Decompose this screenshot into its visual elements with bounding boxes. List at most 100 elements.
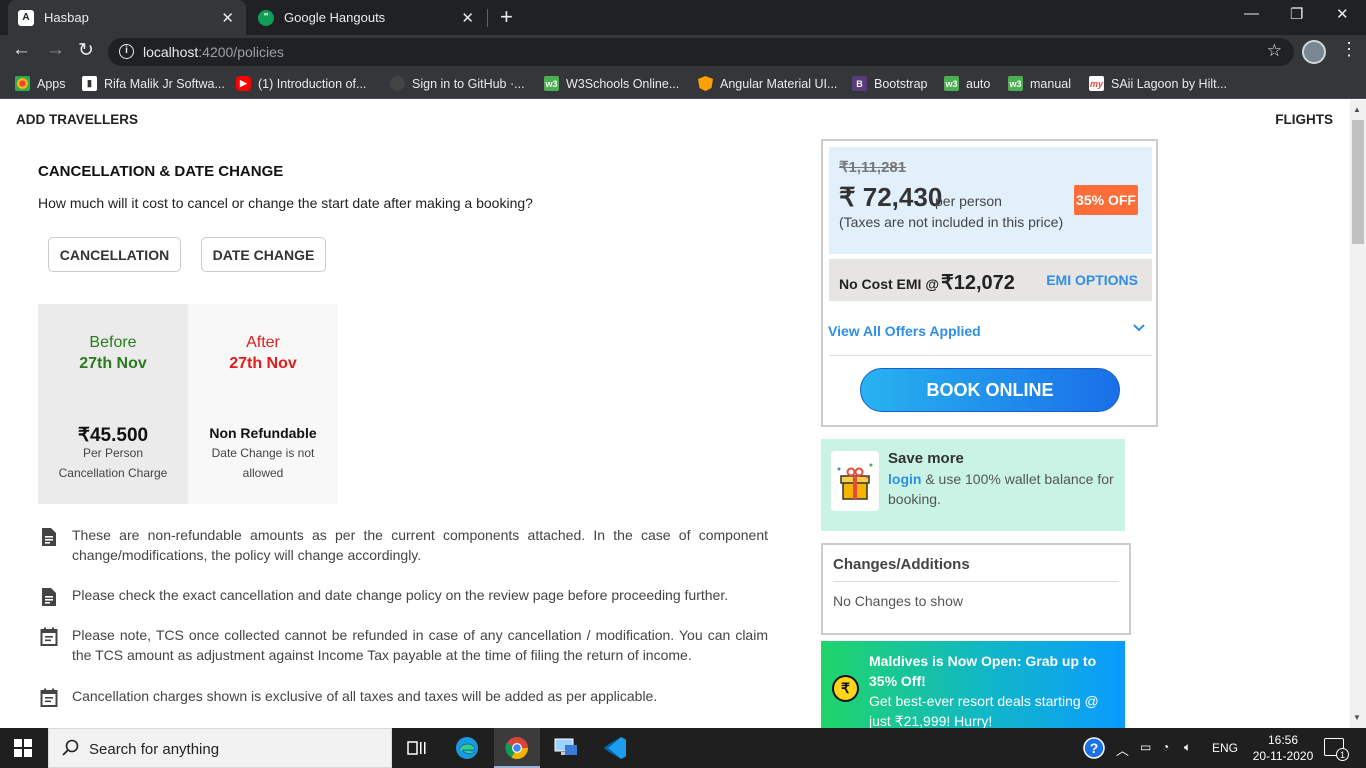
bookmark-star-icon[interactable]: ☆ xyxy=(1267,41,1282,61)
section-title: CANCELLATION & DATE CHANGE xyxy=(38,163,284,180)
bookmark-github[interactable]: Sign in to GitHub ·... xyxy=(390,76,525,91)
before-date: 27th Nov xyxy=(79,355,147,372)
chrome-icon[interactable] xyxy=(503,734,531,762)
book-online-button[interactable]: BOOK ONLINE xyxy=(860,368,1120,412)
network-icon[interactable]: ◔ xyxy=(1162,740,1169,754)
price-panel: ₹1,11,281 ₹ 72,430 per person (Taxes are… xyxy=(829,147,1152,254)
bookmark-auto[interactable]: w3 auto xyxy=(944,76,990,91)
taskbar-search-input[interactable]: Search for anything xyxy=(48,728,392,768)
back-arrow-icon[interactable]: ← xyxy=(12,39,31,61)
page-viewport: ADD TRAVELLERS FLIGHTS CANCELLATION & DA… xyxy=(0,100,1350,728)
search-placeholder: Search for anything xyxy=(89,741,220,758)
changes-additions-card: Changes/Additions No Changes to show xyxy=(821,543,1131,635)
apps-grid-icon xyxy=(15,76,30,91)
add-travellers-link[interactable]: ADD TRAVELLERS xyxy=(16,112,138,127)
price-summary-card: ₹1,11,281 ₹ 72,430 per person (Taxes are… xyxy=(821,139,1158,427)
show-hidden-icons-icon[interactable]: ︿ xyxy=(1116,740,1129,759)
windows-start-icon[interactable] xyxy=(14,739,32,757)
emi-label: No Cost EMI @ ₹12,072 xyxy=(839,272,1015,294)
bookmark-manual[interactable]: w3 manual xyxy=(1008,76,1071,91)
close-tab-icon[interactable]: ✕ xyxy=(461,9,474,27)
bookmark-apps[interactable]: Apps xyxy=(15,76,66,91)
window-close-icon[interactable]: ✕ xyxy=(1336,5,1349,23)
document-icon xyxy=(42,528,56,546)
divider xyxy=(829,355,1152,356)
address-bar[interactable]: i localhost:4200/policies ☆ xyxy=(108,38,1294,66)
tab-title: Hasbap xyxy=(44,10,89,25)
language-indicator[interactable]: ENG xyxy=(1212,741,1238,755)
page-scrollbar[interactable]: ▲ ▼ xyxy=(1350,100,1366,728)
promo-title: Maldives is Now Open: Grab up to 35% Off… xyxy=(869,653,1097,689)
help-icon[interactable]: ? xyxy=(1083,737,1105,762)
scroll-up-icon[interactable]: ▲ xyxy=(1353,105,1361,114)
chevron-down-icon[interactable] xyxy=(1132,321,1146,335)
reload-icon[interactable]: ↻ xyxy=(78,39,94,62)
close-tab-icon[interactable]: ✕ xyxy=(221,9,234,27)
clock-date: 20-11-2020 xyxy=(1252,749,1314,763)
browser-menu-icon[interactable]: ⋮ xyxy=(1340,39,1358,60)
browser-tab-strip: A Hasbap ✕ " Google Hangouts ✕ + — ❐ ✕ xyxy=(0,0,1366,35)
emi-amount: ₹12,072 xyxy=(940,272,1015,294)
policy-note-text: These are non-refundable amounts as per … xyxy=(72,527,768,563)
clock-time: 16:56 xyxy=(1267,733,1299,747)
cancellation-tab-button[interactable]: CANCELLATION xyxy=(48,237,181,272)
bookmark-saii-lagoon[interactable]: my SAii Lagoon by Hilt... xyxy=(1089,76,1227,91)
battery-icon[interactable]: ▭ xyxy=(1140,740,1151,754)
new-tab-icon[interactable]: + xyxy=(500,4,513,30)
minimize-icon[interactable]: — xyxy=(1244,5,1259,22)
forward-arrow-icon[interactable]: → xyxy=(46,39,65,61)
wallet-offer-title: Save more xyxy=(888,450,964,467)
promo-text: Get best-ever resort deals starting @ ju… xyxy=(869,693,1099,728)
per-person-label: per person xyxy=(935,193,1002,209)
bootstrap-icon: B xyxy=(852,76,867,91)
non-refundable-label: Non Refundable xyxy=(209,425,317,441)
search-icon xyxy=(62,739,79,756)
bookmark-youtube[interactable]: ▶ (1) Introduction of... xyxy=(236,76,366,91)
tab-hasbap[interactable]: A Hasbap ✕ xyxy=(8,0,246,35)
section-subtitle: How much will it cost to cancel or chang… xyxy=(38,195,533,211)
svg-text:?: ? xyxy=(1090,740,1099,756)
scroll-down-icon[interactable]: ▼ xyxy=(1353,713,1361,722)
hasbap-favicon-icon: A xyxy=(18,9,34,26)
w3schools-icon: w3 xyxy=(944,76,959,91)
bookmark-rifa-malik[interactable]: ▮ Rifa Malik Jr Softwa... xyxy=(82,76,225,91)
task-view-icon[interactable] xyxy=(403,734,431,762)
hangouts-icon: " xyxy=(258,9,274,26)
volume-icon[interactable]: 🔈︎ xyxy=(1184,740,1191,755)
calendar-note-icon xyxy=(40,688,58,707)
emi-panel: No Cost EMI @ ₹12,072 EMI OPTIONS xyxy=(829,259,1152,301)
bookmark-bootstrap[interactable]: B Bootstrap xyxy=(852,76,928,91)
gift-icon xyxy=(831,451,879,511)
emi-options-link[interactable]: EMI OPTIONS xyxy=(1046,272,1138,288)
tab-google-hangouts[interactable]: " Google Hangouts ✕ xyxy=(248,0,486,35)
login-link[interactable]: login xyxy=(888,471,921,487)
system-clock[interactable]: 16:56 20-11-2020 xyxy=(1248,732,1318,764)
policy-note-text: Please note, TCS once collected cannot b… xyxy=(72,627,768,663)
maldives-promo-banner[interactable]: ₹ Maldives is Now Open: Grab up to 35% O… xyxy=(821,641,1125,728)
flights-link[interactable]: FLIGHTS xyxy=(1275,112,1333,127)
cancellation-charge-amount: ₹45.500 xyxy=(77,425,149,446)
changes-empty-text: No Changes to show xyxy=(833,593,963,609)
policy-note-text: Please check the exact cancellation and … xyxy=(72,587,729,603)
profile-avatar[interactable] xyxy=(1302,40,1326,64)
package-price: ₹ 72,430 xyxy=(839,182,943,212)
scrollbar-thumb[interactable] xyxy=(1352,120,1364,244)
bookmark-angular-material[interactable]: Angular Material UI... xyxy=(698,76,837,91)
bookmark-w3schools[interactable]: w3 W3Schools Online... xyxy=(544,76,679,91)
notification-count-badge: 1 xyxy=(1336,748,1349,761)
date-change-tab-button[interactable]: DATE CHANGE xyxy=(201,237,326,272)
vscode-icon[interactable] xyxy=(601,734,629,762)
site-info-icon[interactable]: i xyxy=(119,44,134,59)
browser-toolbar: ← → ↻ i localhost:4200/policies ☆ ⋮ xyxy=(0,35,1366,69)
restore-icon[interactable]: ❐ xyxy=(1290,5,1303,23)
document-icon xyxy=(42,588,56,606)
makemytrip-icon: my xyxy=(1089,76,1104,91)
notification-center-icon[interactable]: 1 xyxy=(1324,738,1349,761)
url-text[interactable]: localhost:4200/policies xyxy=(143,44,284,60)
angular-material-icon xyxy=(698,76,713,91)
remote-desktop-icon[interactable] xyxy=(552,734,580,762)
date-change-note-line2: allowed xyxy=(242,466,284,480)
edge-browser-icon[interactable] xyxy=(453,734,481,762)
youtube-icon: ▶ xyxy=(236,76,251,91)
view-offers-link[interactable]: View All Offers Applied xyxy=(828,323,981,339)
